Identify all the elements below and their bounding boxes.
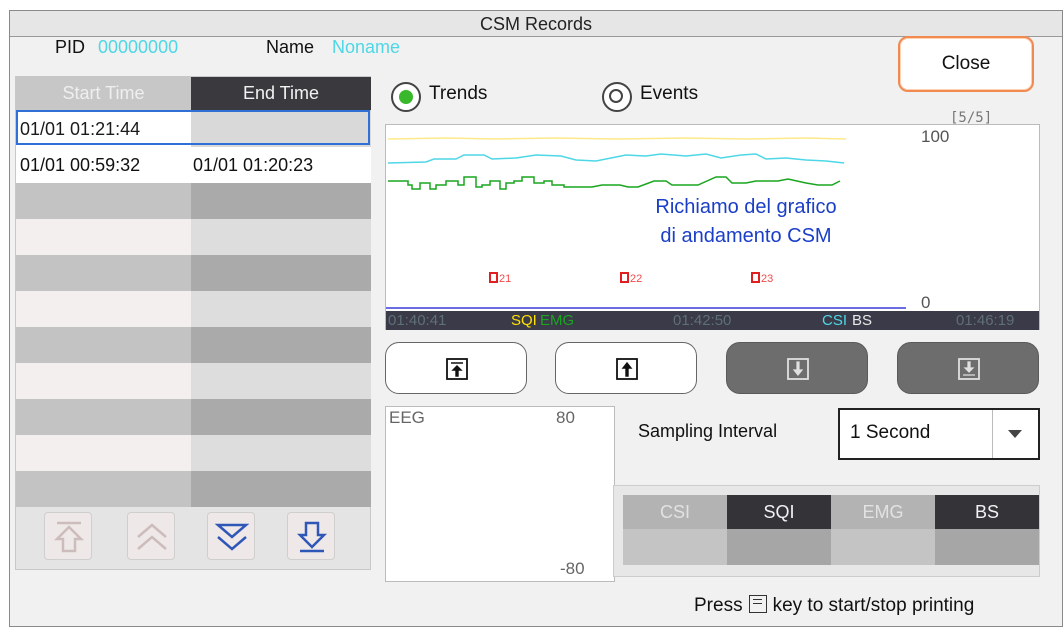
trend-time-bar: 01:40:41 SQI EMG 01:42:50 CSI BS 01:46:1… [386,311,1039,330]
legend-csi: CSI [822,312,848,329]
row-start-time: 01/01 01:21:44 [16,111,191,147]
scroll-right-fast-icon [958,358,980,380]
last-page-button[interactable] [287,512,335,560]
eeg-min: -80 [560,559,585,578]
param-header-emg: EMG [831,495,935,529]
table-row[interactable] [16,435,371,471]
close-button[interactable]: Close [898,36,1034,92]
event-marker[interactable]: 21 [489,272,511,285]
row-end-time [191,111,371,147]
table-row[interactable] [16,255,371,291]
annotation-line-1: Richiamo del grafico [655,196,837,218]
eeg-max: 80 [556,408,575,427]
time-start: 01:40:41 [388,312,447,329]
print-hint-suffix: key to start/stop printing [772,595,975,616]
chevron-down-icon [1008,430,1022,438]
scroll-left-icon [616,358,638,380]
param-value-csi [623,529,727,565]
name-label: Name [266,37,315,57]
trends-label: Trends [429,83,488,104]
trend-min-label: 0 [921,293,931,312]
parameter-table: CSI SQI EMG BS [613,485,1040,577]
time-end: 01:46:19 [956,312,1015,329]
param-header-sqi: SQI [727,495,831,529]
print-hint-prefix: Press [694,595,743,616]
param-value-sqi [727,529,831,565]
row-start-time: 01/01 00:59:32 [16,147,191,183]
legend-bs: BS [852,312,873,329]
event-flag-icon [489,272,498,283]
sampling-interval-value: 1 Second [850,422,931,443]
first-page-icon [53,521,85,553]
print-hint: Press key to start/stop printing [694,595,974,617]
scroll-left-fast-button[interactable] [385,342,527,394]
param-value-bs [935,529,1039,565]
page-up-button[interactable] [127,512,175,560]
table-row[interactable] [16,327,371,363]
param-value-emg [831,529,935,565]
sampling-interval-select[interactable]: 1 Second [838,408,1040,460]
trend-max-label: 100 [921,127,950,146]
page-up-icon [137,523,167,550]
window-title: CSM Records [10,11,1062,37]
table-row[interactable]: 01/01 00:59:32 01/01 01:20:23 [16,147,371,183]
scroll-left-button[interactable] [555,342,697,394]
scroll-right-icon [787,358,809,380]
trend-graph: 100 0 Richiamo del grafico di andamento … [385,124,1040,330]
csi-trend-line [387,153,845,164]
table-row[interactable] [16,219,371,255]
page-down-icon [214,523,250,551]
param-header-csi: CSI [623,495,727,529]
table-row[interactable]: 01/01 01:21:44 [16,111,371,147]
time-mid: 01:42:50 [673,312,732,329]
annotation-line-2: di andamento CSM [660,225,832,247]
sampling-interval-label: Sampling Interval [638,421,778,441]
param-header-bs: BS [935,495,1039,529]
table-row[interactable] [16,183,371,219]
event-marker[interactable]: 23 [751,272,773,285]
events-label: Events [640,83,699,104]
legend-emg: EMG [540,312,575,329]
last-page-icon [296,521,328,553]
table-row[interactable] [16,291,371,327]
event-marker[interactable]: 22 [620,272,642,285]
column-header-start-time[interactable]: Start Time [16,77,191,110]
scroll-right-button[interactable] [726,342,868,394]
eeg-label: EEG [389,408,425,427]
table-row[interactable] [16,363,371,399]
trends-radio-indicator [391,82,421,112]
event-flag-icon [751,272,760,283]
page-down-button[interactable] [207,512,255,560]
scroll-left-fast-icon [446,358,468,380]
print-key-icon [748,595,767,613]
table-row[interactable] [16,471,371,507]
scroll-right-fast-button[interactable] [897,342,1039,394]
first-page-button[interactable] [44,512,92,560]
events-radio-indicator [602,82,632,112]
event-flag-icon [620,272,629,283]
row-end-time: 01/01 01:20:23 [191,147,371,183]
pid-value: 00000000 [98,37,179,57]
trend-annotation: Richiamo del grafico di andamento CSM [596,193,896,251]
sqi-trend-line [387,137,847,140]
emg-trend-line [388,176,841,190]
pid-label: PID [55,37,86,57]
records-list: Start Time End Time 01/01 01:21:44 01/01… [15,76,371,570]
eeg-waveform: EEG 80 -80 [385,406,615,582]
table-row[interactable] [16,399,371,435]
legend-sqi: SQI [511,312,537,329]
column-header-end-time[interactable]: End Time [191,77,371,110]
name-value: Noname [332,37,401,57]
